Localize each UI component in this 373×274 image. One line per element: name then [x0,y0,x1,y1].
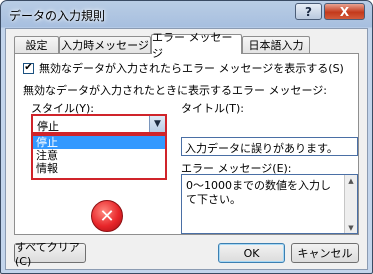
chevron-down-icon: ▼ [154,119,161,129]
title-input[interactable]: 入力データに誤りがあります。 [181,137,358,156]
tab-settings[interactable]: 設定 [14,36,59,53]
style-option-stop[interactable]: 停止 [33,136,165,149]
dialog-window: データの入力規則 ? X 設定 入力時メッセージ エラー メッセージ 日本語入力… [0,0,373,274]
show-error-checkbox[interactable]: ✔ [23,62,34,74]
close-icon: X [339,4,350,19]
help-button[interactable]: ? [295,3,322,20]
ok-button[interactable]: OK [218,243,285,263]
close-button[interactable]: X [324,3,365,20]
clear-all-button[interactable]: すべてクリア(C) [14,241,86,268]
show-error-checkbox-row[interactable]: ✔ 無効なデータが入力されたらエラー メッセージを表示する(S) [23,60,344,76]
style-select[interactable]: 停止 ▼ [31,114,167,134]
style-select-value: 停止 [37,120,59,133]
title-bar[interactable]: データの入力規則 ? X [1,1,372,27]
error-x-glyph: ✕ [99,205,115,227]
check-mark-icon: ✔ [24,62,33,73]
window-title: データの入力規則 [9,9,106,23]
dialog-client-area: 設定 入力時メッセージ エラー メッセージ 日本語入力 ✔ 無効なデータが入力さ… [5,28,368,270]
style-option-information[interactable]: 情報 [33,162,165,175]
cancel-button[interactable]: キャンセル [291,243,359,263]
tab-japanese-input[interactable]: 日本語入力 [242,36,310,53]
error-message-text: 0～1000までの数値を入力して下さい。 [186,179,331,206]
stop-error-icon: ✕ [91,200,123,232]
title-input-value: 入力データに誤りがあります。 [185,142,338,155]
section-label: 無効なデータが入力されたときに表示するエラー メッセージ: [23,84,327,97]
error-message-textarea[interactable]: 0～1000までの数値を入力して下さい。 ▲ ▼ [181,174,358,234]
show-error-checkbox-label: 無効なデータが入力されたらエラー メッセージを表示する(S) [39,62,344,75]
tab-error-message[interactable]: エラー メッセージ [151,31,242,60]
style-dropdown-button[interactable]: ▼ [149,116,165,132]
style-option-warning[interactable]: 注意 [33,149,165,162]
error-message-panel: ✔ 無効なデータが入力されたらエラー メッセージを表示する(S) 無効なデータが… [14,53,359,235]
tab-input-message[interactable]: 入力時メッセージ [59,36,151,53]
title-label: タイトル(T): [181,102,245,115]
style-dropdown-list: 停止 注意 情報 [31,134,167,180]
error-message-scrollbar[interactable]: ▲ ▼ [344,175,357,233]
scroll-down-icon[interactable]: ▼ [345,222,357,233]
help-icon: ? [305,4,312,19]
scroll-up-icon[interactable]: ▲ [345,175,357,186]
